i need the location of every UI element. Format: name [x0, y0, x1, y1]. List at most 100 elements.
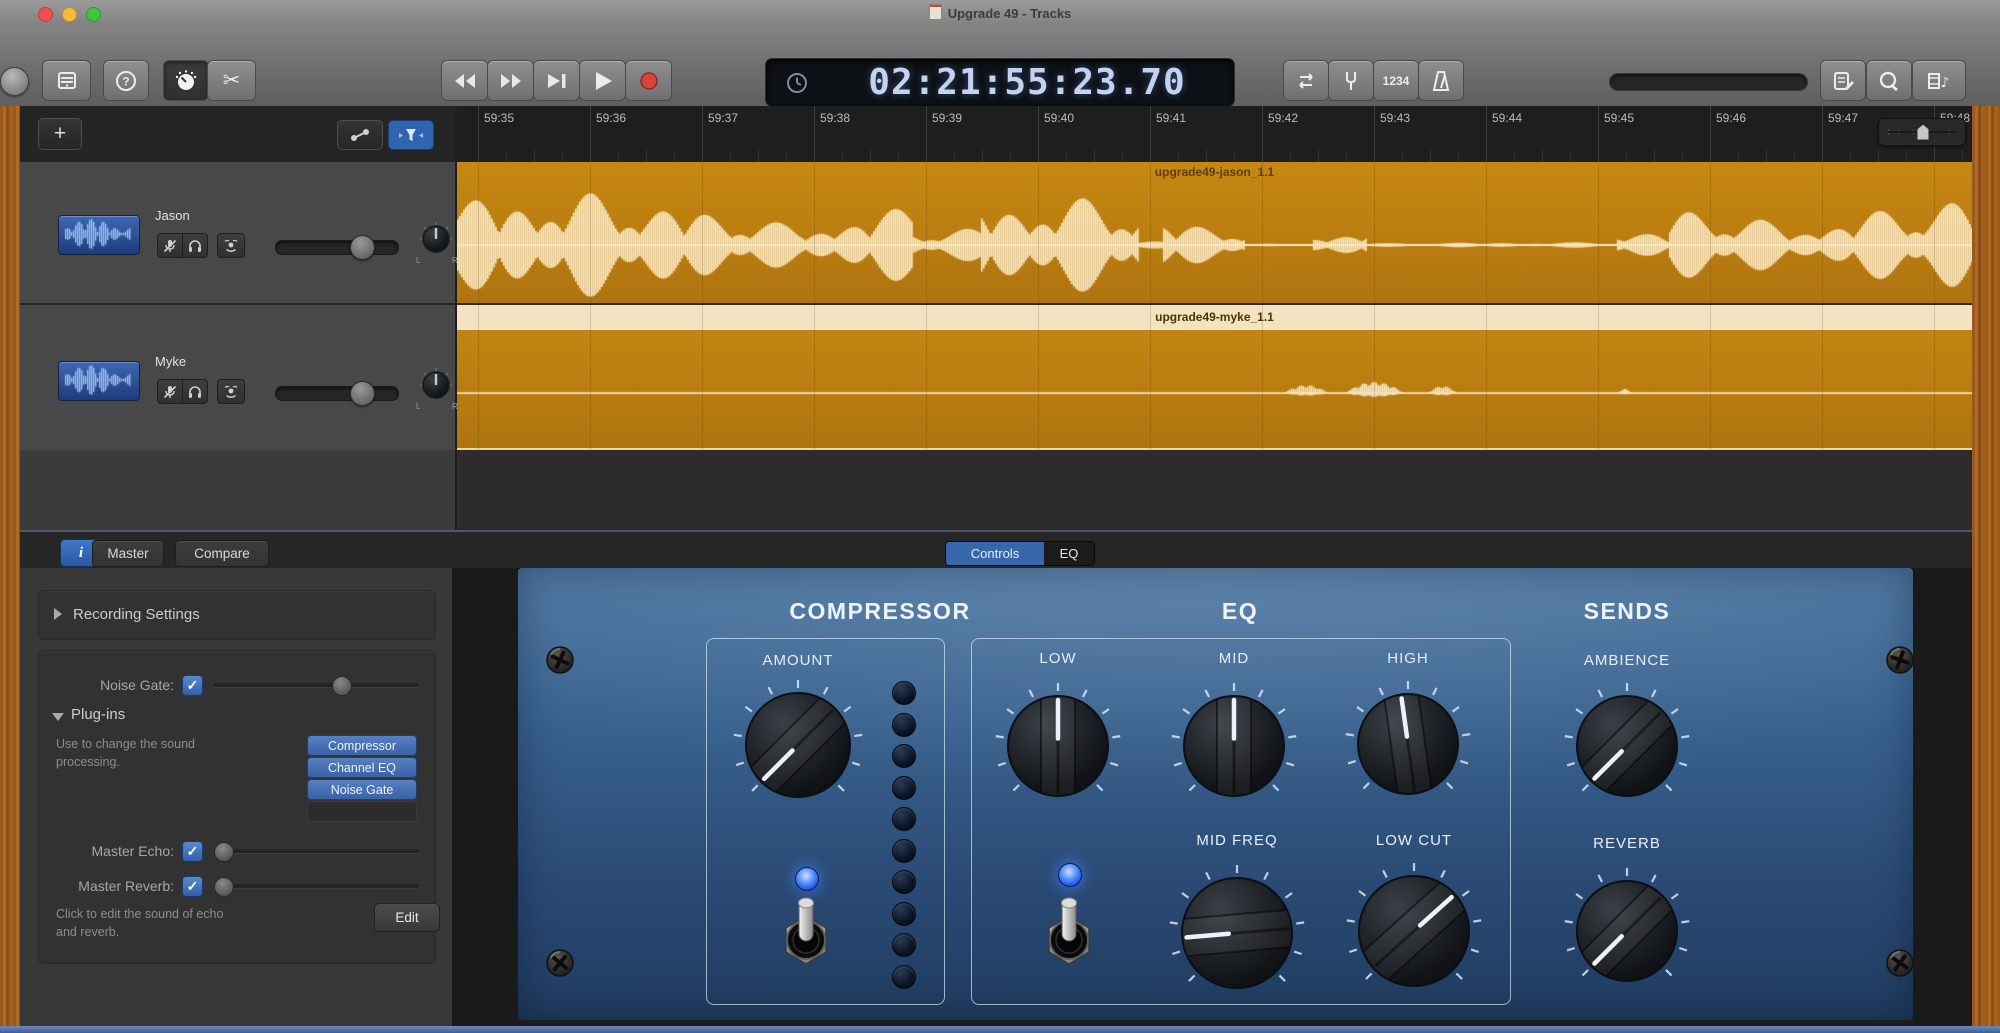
input-monitoring-button[interactable]: [217, 379, 245, 404]
input-monitor-icon: [222, 238, 240, 254]
master-reverb-checkbox[interactable]: ✓: [182, 876, 203, 897]
metronome-button[interactable]: [1418, 60, 1464, 101]
track-thumbnail: [58, 361, 140, 401]
edit-button[interactable]: Edit: [374, 903, 440, 932]
eq-low-cut-knob-label: LOW CUT: [1376, 832, 1452, 849]
plugin-button-compressor[interactable]: Compressor: [307, 735, 417, 756]
ruler-subtick: [1570, 150, 1571, 162]
plugins-label: Plug-ins: [71, 706, 125, 723]
tuner-button[interactable]: [1328, 60, 1374, 101]
loop-browser-button[interactable]: [1866, 60, 1912, 101]
play-button[interactable]: [579, 60, 626, 101]
ruler-subtick: [1766, 150, 1767, 162]
smart-controls-tabs: Controls EQ: [945, 541, 1095, 566]
rewind-icon: [452, 71, 478, 91]
noise-gate-slider[interactable]: [214, 683, 419, 687]
media-browser-button[interactable]: ♪: [1912, 60, 1966, 101]
track-volume-knob[interactable]: [350, 235, 375, 260]
track-name[interactable]: Myke: [155, 354, 186, 369]
solo-button[interactable]: [182, 379, 208, 404]
track-volume-knob[interactable]: [350, 381, 375, 406]
ambience-knob[interactable]: [1560, 679, 1694, 818]
ruler-tick: [1822, 106, 1823, 162]
count-in-button[interactable]: 1234: [1373, 60, 1419, 101]
mute-button[interactable]: [157, 379, 183, 404]
disclosure-triangle-icon[interactable]: [52, 713, 64, 721]
ruler-subtick: [1458, 150, 1459, 162]
compressor-power-led: [795, 867, 819, 891]
master-reverb-slider-knob[interactable]: [214, 877, 234, 897]
eq-mid-knob[interactable]: [1167, 679, 1301, 818]
plugin-button-noise-gate[interactable]: Noise Gate: [307, 779, 417, 800]
eq-low-knob[interactable]: [991, 679, 1125, 818]
ruler-tick: [1038, 106, 1039, 162]
library-button[interactable]: [42, 60, 91, 101]
eq-power-toggle[interactable]: [1036, 895, 1102, 976]
eq-high-knob[interactable]: [1341, 677, 1475, 816]
eq-mid-freq-knob-label: MID FREQ: [1196, 832, 1277, 849]
plugin-button-list: CompressorChannel EQNoise Gate: [307, 735, 417, 822]
forward-button[interactable]: [487, 60, 534, 101]
plugin-button-channel-eq[interactable]: Channel EQ: [307, 757, 417, 778]
compare-button[interactable]: Compare: [175, 540, 269, 567]
add-track-button[interactable]: +: [38, 118, 82, 150]
eq-low-cut-knob[interactable]: [1342, 859, 1486, 1008]
timeline-ruler[interactable]: 59:3559:3659:3759:3859:3959:4059:4159:42…: [457, 106, 1972, 163]
master-button[interactable]: Master: [92, 540, 164, 567]
eq-mid-freq-knob[interactable]: [1165, 861, 1309, 1010]
tab-controls[interactable]: Controls: [946, 542, 1044, 565]
pan-knob[interactable]: [418, 220, 454, 265]
track-header-myke[interactable]: Myke L R: [20, 305, 455, 452]
track-name[interactable]: Jason: [155, 208, 190, 223]
master-reverb-slider[interactable]: [214, 884, 419, 888]
audio-region-jason[interactable]: upgrade49-jason_1.1: [457, 162, 1972, 303]
ruler-subtick: [1318, 150, 1319, 162]
solo-button[interactable]: [182, 233, 208, 258]
ambience-knob-label: AMBIENCE: [1584, 652, 1670, 669]
reverb-knob[interactable]: [1560, 864, 1694, 1003]
metronome-icon: [1430, 69, 1452, 93]
mute-button[interactable]: [157, 233, 183, 258]
rewind-button[interactable]: [441, 60, 488, 101]
pan-knob[interactable]: [418, 366, 454, 411]
ruler-subtick: [730, 150, 731, 162]
master-volume-knob[interactable]: [0, 67, 29, 96]
go-to-end-button[interactable]: [533, 60, 580, 101]
eq-section-title: EQ: [1222, 598, 1258, 625]
noise-gate-slider-knob[interactable]: [332, 676, 352, 696]
cycle-button[interactable]: [1283, 60, 1329, 101]
record-button[interactable]: [625, 60, 672, 101]
horizontal-zoom-slider[interactable]: [1878, 118, 1966, 146]
amount-knob[interactable]: [729, 676, 867, 819]
master-echo-checkbox[interactable]: ✓: [182, 841, 203, 862]
track-filter-button[interactable]: [388, 120, 434, 150]
quick-help-button[interactable]: ?: [103, 60, 149, 101]
track-header-jason[interactable]: Jason L R: [20, 162, 455, 305]
master-echo-slider-knob[interactable]: [214, 842, 234, 862]
master-volume-slider[interactable]: [1609, 73, 1808, 91]
ruler-subtick: [786, 150, 787, 162]
master-reverb-label: Master Reverb:: [39, 878, 174, 894]
audio-region-myke[interactable]: upgrade49-myke_1.1: [457, 305, 1972, 450]
track-volume-slider[interactable]: [275, 386, 399, 401]
tab-eq[interactable]: EQ: [1044, 542, 1094, 565]
ruler-subtick: [1178, 150, 1179, 162]
ruler-subtick: [898, 150, 899, 162]
ruler-tick: [590, 106, 591, 162]
ruler-subtick: [1010, 150, 1011, 162]
recording-settings-box[interactable]: Recording Settings: [38, 590, 436, 640]
track-volume-slider[interactable]: [275, 240, 399, 255]
title-bar: Upgrade 49 - Tracks: [0, 0, 2000, 28]
ruler-subtick: [1878, 150, 1879, 162]
smart-controls-button[interactable]: [163, 60, 209, 101]
editors-button[interactable]: ✂: [207, 60, 256, 101]
compressor-power-toggle[interactable]: [773, 895, 839, 976]
disclosure-triangle-icon[interactable]: [54, 608, 62, 620]
notepad-button[interactable]: [1820, 60, 1866, 101]
master-echo-slider[interactable]: [214, 849, 419, 853]
input-monitoring-button[interactable]: [217, 233, 245, 258]
noise-gate-checkbox[interactable]: ✓: [182, 675, 203, 696]
automation-button[interactable]: [337, 120, 383, 150]
lcd-display[interactable]: 02:21:55:23.70: [765, 58, 1235, 107]
plugin-slot-empty[interactable]: [307, 801, 417, 822]
